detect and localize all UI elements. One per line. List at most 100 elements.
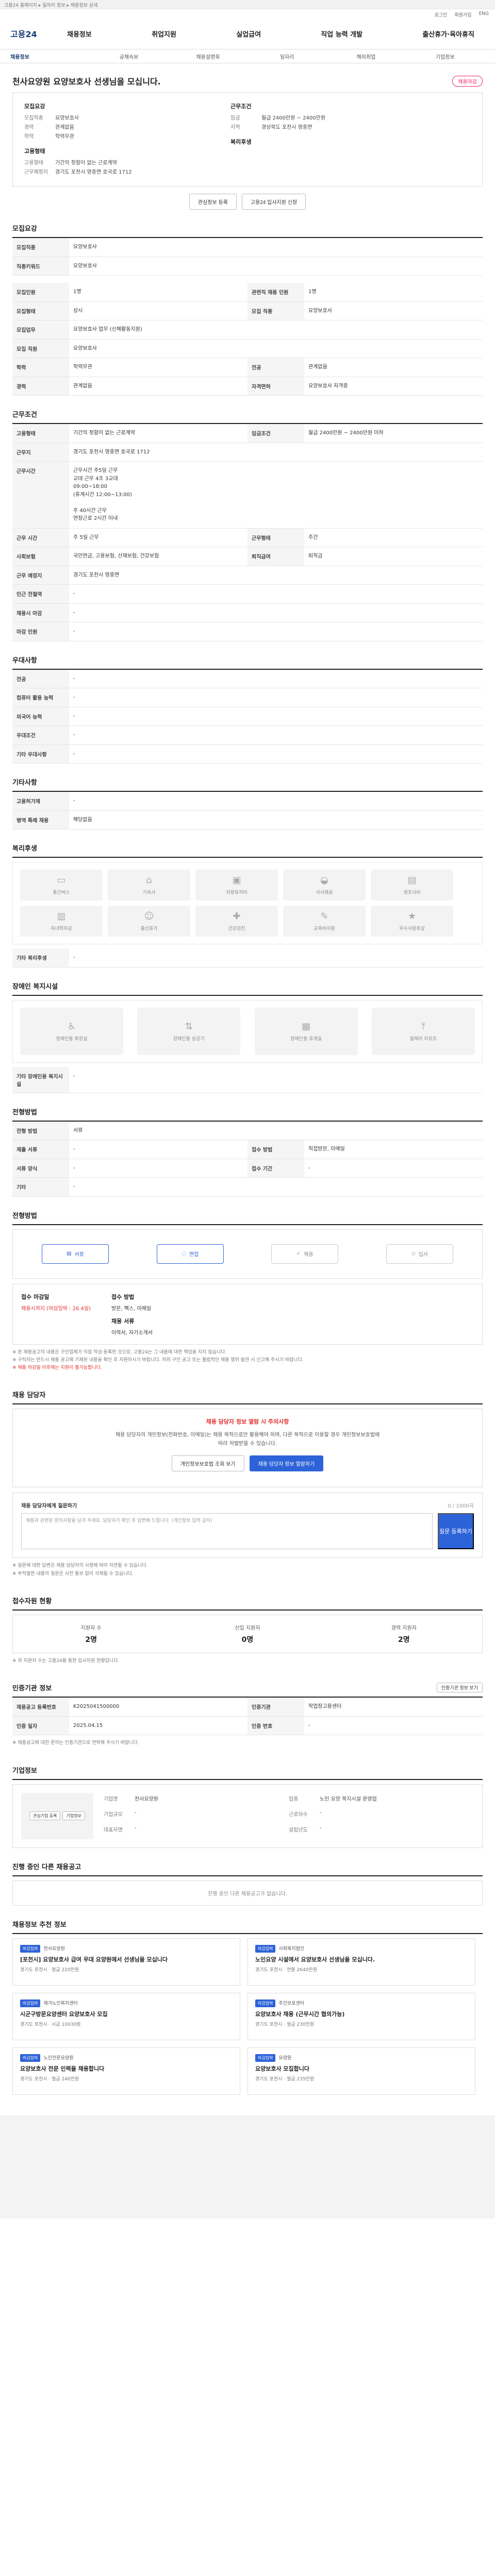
row-value: 요양보호사 자격증 (308, 383, 348, 389)
view-contact-button[interactable]: 채용 담당자 정보 열람하기 (249, 1455, 324, 1472)
status-badge: 채용마감 (452, 75, 483, 87)
company-info-button[interactable]: 기업정보 (62, 1811, 85, 1821)
row-label: 인근 전철역 (12, 585, 69, 603)
welfare-item: ▥ 자녀학자금 (20, 906, 103, 937)
section-welfare: 복리후생 ▭ 통근버스 ⌂ 기숙사 ▣ 차량유지비 ◒ 식사제공 ▤ 경조사비 ▥ 자녀학자… (12, 843, 483, 968)
row-value: - (73, 1184, 75, 1190)
toilet-icon: ♿ (67, 1021, 76, 1032)
question-submit-button[interactable]: 질문 등록하기 (438, 1513, 474, 1550)
rec-card[interactable]: 마감임박 요양원 요양보호사 모집합니다 경기도 포천시 · 월급 235만원 (248, 2047, 475, 2095)
row-label: 컴퓨터 활용 능력 (12, 688, 69, 707)
field-label: 지역 (230, 125, 240, 130)
row-label: 근무시간 (12, 462, 69, 528)
nav-item[interactable]: 채용정보 (67, 29, 92, 39)
field-value: 월급 2400만원 ~ 2400만원 (261, 115, 326, 121)
sub-nav-item[interactable]: 채용정보 (10, 53, 89, 60)
rec-card[interactable]: 마감임박 재가노인복지센터 시군구방문요양센터 요양보호사 모집 경기도 포천시 · … (12, 1992, 240, 2040)
rec-card[interactable]: 마감임박 천사요양원 [포천시] 요양보호사 급여 우대 요양원에서 선생님을 모십… (12, 1938, 240, 1986)
row-value: - (73, 591, 75, 597)
deadline-value: 채용시까지 (마감임박 : 26.4일) (21, 1306, 91, 1312)
row-label: 인증 일자 (12, 1716, 69, 1735)
row-label: 근무지 (12, 443, 69, 461)
section-title: 접수자원 현황 (12, 1596, 483, 1611)
sub-nav-item[interactable]: 채용설명회 (169, 53, 248, 60)
notice-line: ※ 구직자는 반드시 채용 공고에 기재된 내용을 확인 후 지원하시기 바랍니… (12, 1357, 304, 1363)
register-info-button[interactable]: 인증기관 정보 보기 (436, 1683, 483, 1693)
work-hours: 근무시간 주5일 근무 교대 근무 4조 3교대 09:00~18:00 (휴게… (73, 468, 132, 521)
row-value: 학력무관 (73, 364, 92, 370)
stat-label: 신입 지원자 (235, 1625, 260, 1631)
facility-item: ⇅ 장애인용 승강기 (137, 1007, 241, 1055)
section-title: 복리후생 (12, 843, 483, 858)
card-tag: 마감임박 (20, 2054, 41, 2062)
apply-button[interactable]: 고용24 입사지원 신청 (241, 194, 306, 210)
sub-nav-item[interactable]: 일자리 (248, 53, 326, 60)
lang-link[interactable]: ENG (479, 11, 489, 18)
welfare-item: ⌂ 기숙사 (108, 870, 190, 901)
rec-card[interactable]: 마감임박 노인전문요양원 요양보호사 전문 인력을 채용합니다 경기도 포천시 · 월… (12, 2047, 240, 2095)
notice-line: ※ 채용 마감일 이후에는 지원이 불가능합니다. (12, 1365, 102, 1371)
welfare-label: 경조사비 (403, 890, 421, 895)
signup-link[interactable]: 회원가입 (454, 11, 471, 18)
question-textarea[interactable]: 채용과 관련된 문의사항을 남겨 주세요. 담당자가 확인 후 답변해 드립니다… (21, 1513, 433, 1550)
welfare-label: 교육비지원 (314, 926, 335, 931)
sub-nav-item[interactable]: 기업정보 (406, 53, 485, 60)
fav-company-button[interactable]: 관심기업 등록 (29, 1811, 61, 1821)
card-company: 사회복지법인 (278, 1946, 305, 1952)
welfare-item: ☺ 출산휴가 (108, 906, 190, 937)
gift-icon: ▤ (407, 875, 417, 886)
card-title: 요양보호사 모집합니다 (255, 2065, 310, 2072)
row-label: 사회보험 (12, 547, 69, 566)
card-company: 노인전문요양원 (43, 2055, 74, 2061)
rec-card[interactable]: 마감임박 주간보호센터 요양보호사 채용 (근무시간 협의가능) 경기도 포천시 · … (248, 1992, 475, 2040)
card-title: [포천시] 요양보호사 급여 우대 요양원에서 선생님을 모십니다 (20, 1956, 168, 1963)
main-nav: 채용정보 취업지원 실업급여 직업 능력 개발 출산휴가·육아휴직 (67, 29, 485, 39)
row-value: 서류 (73, 1127, 83, 1133)
row-label: 모집업무 (12, 320, 69, 339)
section-title: 모집요강 (12, 223, 483, 238)
row-value: 퇴직금 (308, 553, 323, 559)
rec-card[interactable]: 마감임박 사회복지법인 노인요양 시설에서 요양보호사 선생님을 모십니다. 경기도 … (248, 1938, 475, 1986)
row-label: 전공 (12, 669, 69, 688)
contact-warning-body: 채용 담당자의 개인정보(전화번호, 이메일)는 채용 목적으로만 활용해야 하… (115, 1432, 380, 1447)
nav-item[interactable]: 실업급여 (236, 29, 261, 39)
row-label: 인증기관 (248, 1698, 304, 1716)
row-value: - (308, 1722, 310, 1728)
login-link[interactable]: 로그인 (435, 11, 448, 18)
nav-item[interactable]: 취업지원 (152, 29, 176, 39)
summary-label: 고용형태 (24, 148, 45, 155)
row-label: 임금조건 (248, 424, 304, 443)
field-label: 설립년도 (289, 1827, 308, 1833)
welfare-item: ▣ 차량유지비 (195, 870, 278, 901)
step-item: ▤ 서류 (42, 1244, 109, 1264)
section-title: 진행 중인 다른 채용공고 (12, 1861, 483, 1876)
row-value: 요양보호사 (73, 244, 97, 250)
row-value: 관계없음 (73, 383, 92, 389)
section-title: 전형방법 (12, 1107, 483, 1122)
privacy-law-button[interactable]: 개인정보보호법 조회 보기 (171, 1455, 244, 1472)
field-label: 기업명 (104, 1796, 118, 1802)
edu-icon: ✎ (320, 911, 328, 922)
row-value: - (73, 1165, 75, 1171)
card-company: 재가노인복지센터 (43, 2001, 78, 2006)
nav-item[interactable]: 출산휴가·육아휴직 (422, 29, 474, 39)
row-label: 전공 (248, 358, 304, 377)
row-label: 모집형태 (12, 301, 69, 320)
welfare-item: ✎ 교육비지원 (283, 906, 366, 937)
card-title: 시군구방문요양센터 요양보호사 모집 (20, 2010, 108, 2018)
scrap-button[interactable]: 관심정보 등록 (189, 194, 237, 210)
row-value: - (308, 1165, 310, 1171)
field-value: - (320, 1809, 322, 1816)
welfare-label: 자녀학자금 (51, 926, 72, 931)
lift-icon: ⤒ (421, 1021, 425, 1032)
step-label: 채용 (304, 1252, 314, 1258)
section-applicants: 접수자원 현황 지원자 수 2명 신입 지원자 0명 경력 지원자 2명 ※ 위 지원… (12, 1596, 483, 1669)
section-title: 채용정보 추천 정보 (12, 1919, 483, 1934)
sub-nav-item[interactable]: 해외취업 (326, 53, 405, 60)
logo[interactable]: 고용24 (10, 27, 67, 40)
step-label: 서류 (74, 1252, 84, 1258)
nav-item[interactable]: 직업 능력 개발 (321, 29, 362, 39)
sub-nav-item[interactable]: 공채속보 (89, 53, 168, 60)
section-title: 우대사항 (12, 655, 483, 670)
stat-item: 지원자 수 2명 (13, 1623, 169, 1645)
